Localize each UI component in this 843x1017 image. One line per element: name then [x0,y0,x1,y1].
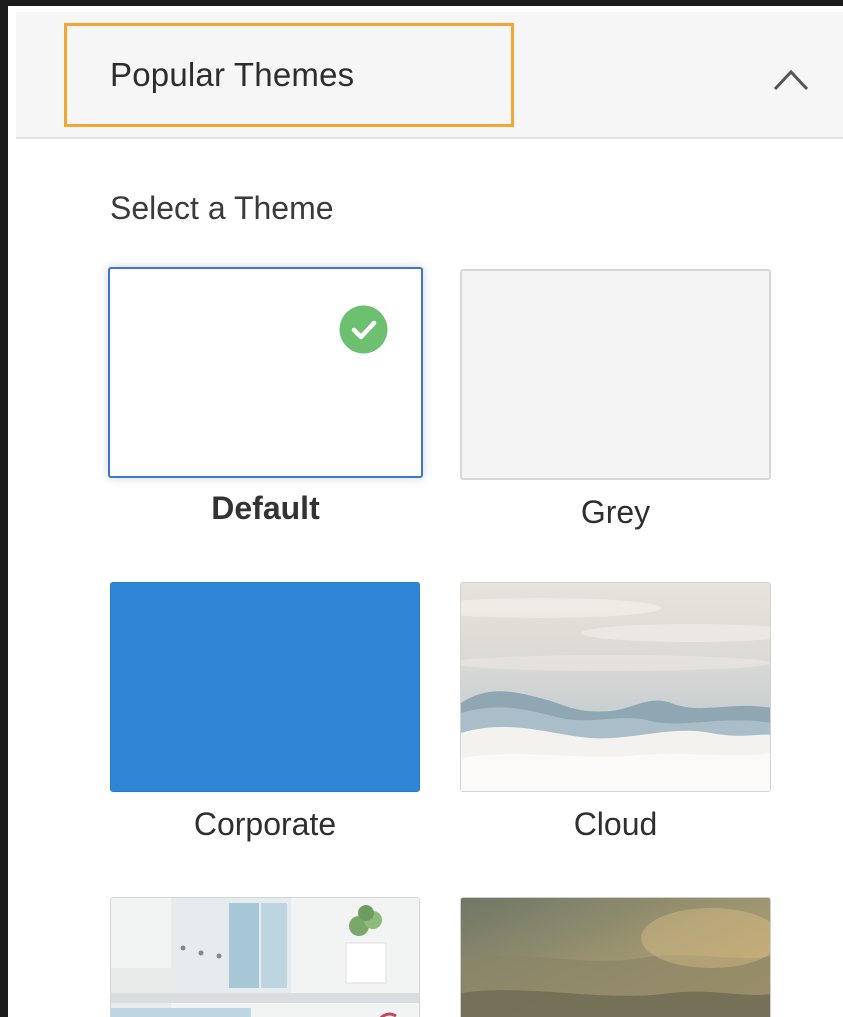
chevron-up-icon[interactable] [772,66,810,92]
panel-title[interactable]: Popular Themes [110,56,354,94]
theme-tile-office[interactable] [110,897,420,1017]
theme-label-grey: Grey [580,494,651,530]
theme-label-default: Default [211,490,320,526]
theme-label-cloud: Cloud [573,806,658,842]
landscape-image [461,898,770,1017]
theme-tile-corporate[interactable] [110,582,420,792]
theme-panel: Popular Themes Select a Theme Default Gr… [0,0,843,1017]
theme-tile-grey[interactable] [460,269,771,480]
theme-tile-landscape[interactable] [460,897,771,1017]
theme-label-corporate: Corporate [193,806,337,842]
section-label: Select a Theme [110,190,334,226]
check-icon [338,304,389,355]
cloud-image [461,583,770,791]
theme-tile-cloud[interactable] [460,582,771,792]
theme-tile-default[interactable] [108,267,423,478]
office-image [111,898,419,1017]
